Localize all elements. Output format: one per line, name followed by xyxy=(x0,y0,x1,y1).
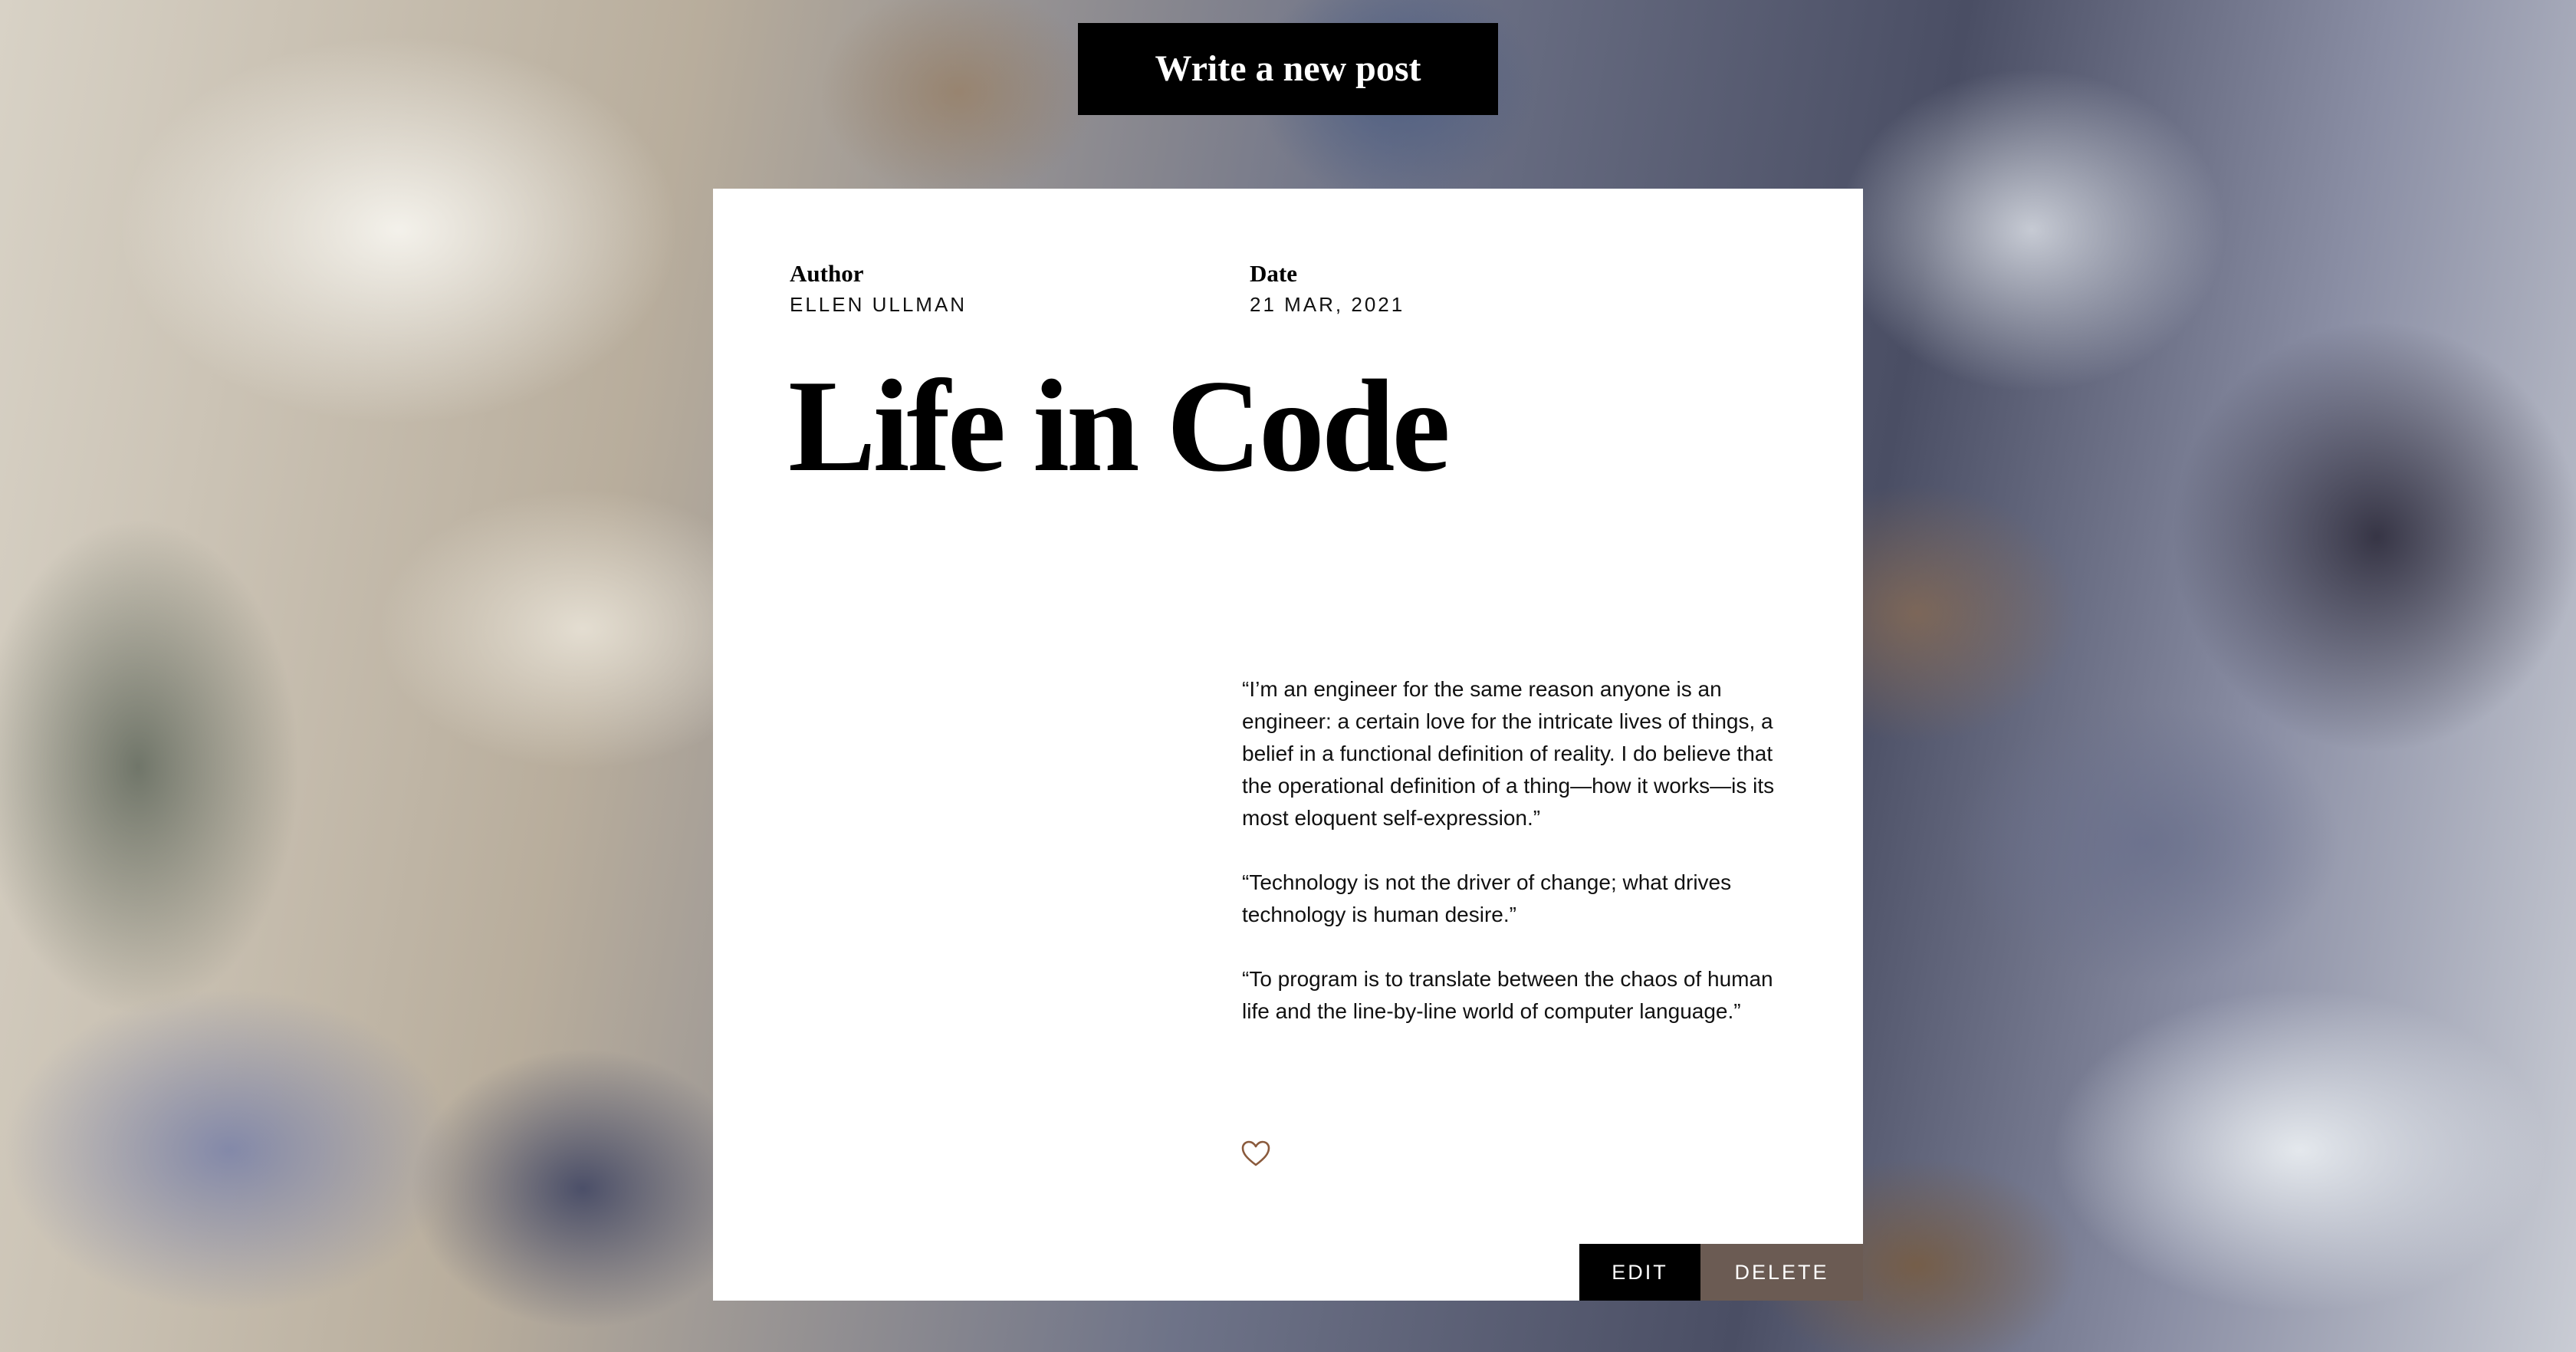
post-card: Author ELLEN ULLMAN Date 21 MAR, 2021 Li… xyxy=(713,189,1863,1301)
write-new-post-button[interactable]: Write a new post xyxy=(1078,23,1498,115)
author-name: ELLEN ULLMAN xyxy=(790,293,968,316)
author-meta: Author ELLEN ULLMAN xyxy=(790,259,967,317)
post-paragraph: “I’m an engineer for the same reason any… xyxy=(1242,677,1775,830)
delete-button[interactable]: DELETE xyxy=(1700,1244,1863,1301)
post-body: “I’m an engineer for the same reason any… xyxy=(1242,673,1802,1060)
date-meta: Date 21 MAR, 2021 xyxy=(1250,259,1405,317)
post-paragraph: “To program is to translate between the … xyxy=(1242,967,1773,1023)
edit-button[interactable]: EDIT xyxy=(1579,1244,1700,1301)
post-actions: EDIT DELETE xyxy=(1579,1244,1863,1301)
date-label: Date xyxy=(1250,260,1297,287)
heart-icon[interactable] xyxy=(1240,1140,1271,1167)
author-label: Author xyxy=(790,260,864,287)
post-title: Life in Code xyxy=(788,354,1451,499)
post-paragraph: “Technology is not the driver of change;… xyxy=(1242,870,1732,926)
date-value: 21 MAR, 2021 xyxy=(1250,293,1405,316)
